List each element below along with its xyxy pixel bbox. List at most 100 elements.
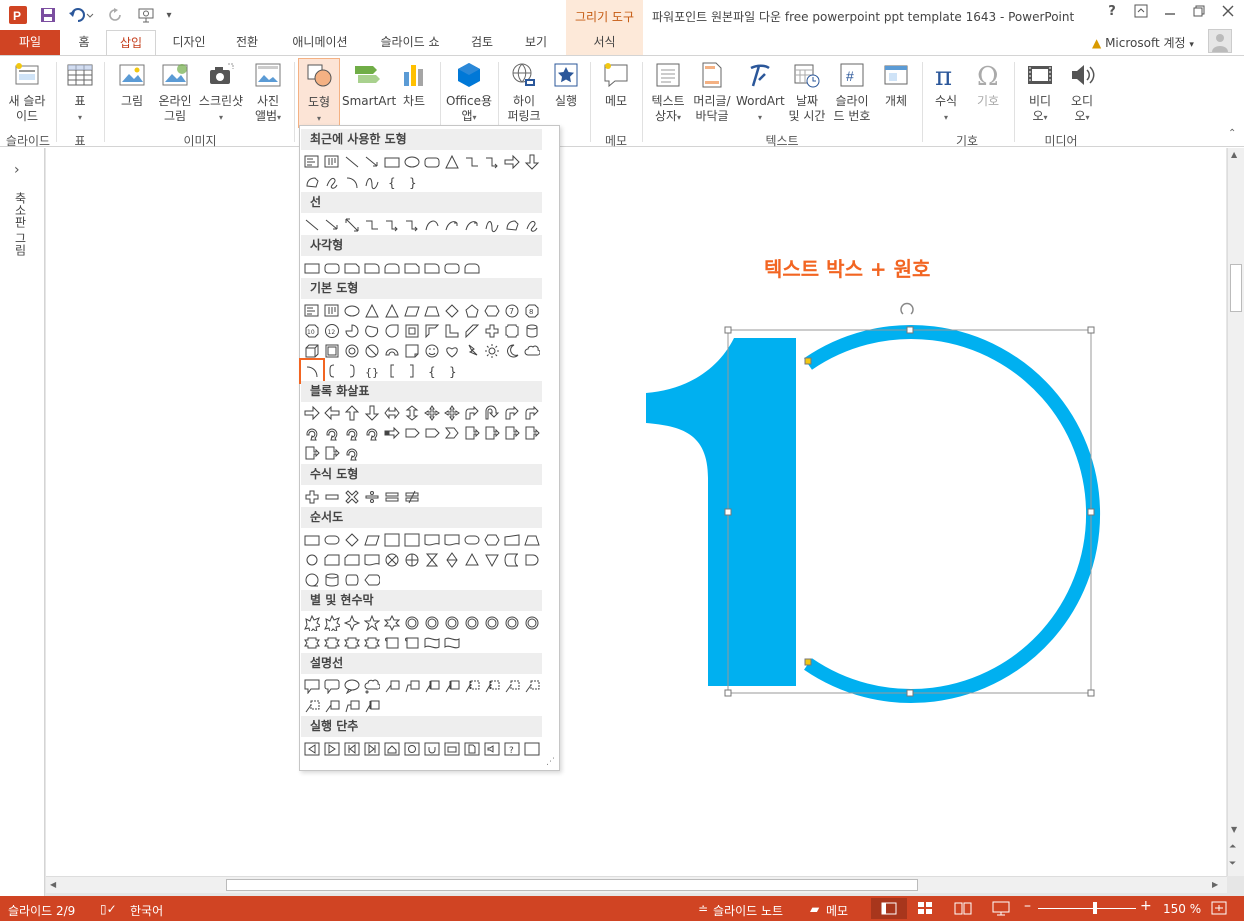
tab-insert[interactable]: 삽입	[106, 30, 156, 57]
shape-callarrow-icon[interactable]	[482, 423, 502, 443]
shape-eqequal-icon[interactable]	[382, 487, 402, 507]
shape-fmag-icon[interactable]	[322, 570, 342, 590]
shape-pentarrow-icon[interactable]	[422, 423, 442, 443]
shape-fcollate-icon[interactable]	[422, 550, 442, 570]
picture-button[interactable]: 그림	[112, 60, 152, 109]
shape-donut-icon[interactable]	[342, 341, 362, 361]
symbol-button[interactable]: Ω 기호	[968, 60, 1008, 109]
tab-transitions[interactable]: 전환	[222, 30, 272, 56]
slide-heading[interactable]: 텍스트 박스 + 원호	[764, 253, 930, 282]
shape-blockarc-icon[interactable]	[382, 341, 402, 361]
shape-freeform-icon[interactable]	[502, 215, 522, 235]
shape-elbowarrow-icon[interactable]	[382, 215, 402, 235]
slide-sorter-view-button[interactable]	[914, 900, 936, 919]
scroll-left-icon[interactable]: ◀	[50, 880, 56, 889]
shape-round1-icon[interactable]	[422, 258, 442, 278]
shape-freeform-icon[interactable]	[302, 172, 322, 192]
shape-lshape-icon[interactable]	[442, 321, 462, 341]
shape-bolt-icon[interactable]	[462, 341, 482, 361]
shape-cube-icon[interactable]	[302, 341, 322, 361]
video-button[interactable]: 비디 오▾	[1020, 60, 1060, 125]
shape-star4-icon[interactable]	[342, 613, 362, 633]
shape-bent-icon[interactable]	[502, 403, 522, 423]
shape-round2-icon[interactable]	[462, 258, 482, 278]
shape-fdoc-icon[interactable]	[422, 530, 442, 550]
shape-callrrect-icon[interactable]	[322, 676, 342, 696]
shape-wavebanner-icon[interactable]	[422, 633, 442, 653]
shape-eqplus-icon[interactable]	[302, 487, 322, 507]
notes-button[interactable]: 슬라이드 노트	[713, 902, 783, 919]
shape-bent-icon[interactable]	[522, 403, 542, 423]
shape-abhelp-icon[interactable]: ?	[502, 739, 522, 759]
online-picture-button[interactable]: 온라인 그림	[154, 60, 196, 124]
scroll-down-icon[interactable]: ▼	[1231, 825, 1237, 834]
shape-sun-icon[interactable]	[482, 341, 502, 361]
shape-uturn-icon[interactable]	[482, 403, 502, 423]
tab-design[interactable]: 디자인	[163, 30, 215, 56]
shape-elbowarrow-icon[interactable]	[402, 215, 422, 235]
shape-sealN-icon[interactable]	[482, 613, 502, 633]
shape-cloud-icon[interactable]	[522, 341, 542, 361]
shape-uarrow-icon[interactable]	[342, 403, 362, 423]
shape-lbracket-icon[interactable]	[322, 361, 342, 381]
shape-tear-icon[interactable]	[382, 321, 402, 341]
shape-rrect-icon[interactable]	[322, 258, 342, 278]
shape-fcard-icon[interactable]	[342, 550, 362, 570]
shape-scribble-icon[interactable]	[522, 215, 542, 235]
shape-curvearrow-icon[interactable]	[462, 215, 482, 235]
shape-scribble-icon[interactable]	[322, 172, 342, 192]
shape-bent-icon[interactable]	[462, 403, 482, 423]
slide-canvas[interactable]: 텍스트 박스 + 원호	[46, 148, 1226, 876]
shape-callcloud-icon[interactable]	[362, 676, 382, 696]
shape-star6-icon[interactable]	[382, 613, 402, 633]
shape-n12-icon[interactable]: 12	[322, 321, 342, 341]
shape-circarrow-icon[interactable]	[302, 423, 322, 443]
shape-fdoc-icon[interactable]	[362, 550, 382, 570]
shape-eqmult-icon[interactable]	[342, 487, 362, 507]
shape-callarrow-icon[interactable]	[522, 423, 542, 443]
chart-button[interactable]: 차트	[396, 60, 432, 109]
shape-can-icon[interactable]	[522, 321, 542, 341]
rotate-handle-icon[interactable]	[900, 302, 914, 315]
chevron-right-icon[interactable]: ›	[14, 162, 20, 178]
shape-circarrow-icon[interactable]	[322, 423, 342, 443]
shape-diamond-icon[interactable]	[442, 301, 462, 321]
save-icon[interactable]	[38, 5, 58, 25]
shape-rbrace-icon[interactable]: }	[402, 172, 422, 192]
tab-view[interactable]: 보기	[513, 30, 559, 56]
shape-eqneq-icon[interactable]	[402, 487, 422, 507]
shape-rbracket-icon[interactable]	[342, 361, 362, 381]
shape-sealN-icon[interactable]	[402, 613, 422, 633]
shape-callline-icon[interactable]	[322, 696, 342, 716]
shape-arc-icon-selected[interactable]	[299, 358, 325, 384]
audio-button[interactable]: 오디 오▾	[1062, 60, 1102, 125]
shape-sealN-icon[interactable]	[462, 613, 482, 633]
shape-fconn-icon[interactable]	[302, 550, 322, 570]
slideshow-from-start-icon[interactable]	[134, 5, 160, 25]
shape-star5-icon[interactable]	[362, 613, 382, 633]
comments-icon[interactable]: ▰	[810, 902, 819, 916]
shape-lbrace-icon[interactable]: {	[382, 172, 402, 192]
shape-oct-icon[interactable]: 8	[522, 301, 542, 321]
shape-darrow-icon[interactable]	[522, 152, 542, 172]
zoom-in-icon[interactable]: +	[1140, 898, 1152, 914]
comment-button[interactable]: 메모	[596, 60, 636, 109]
undo-icon[interactable]	[66, 5, 96, 25]
shape-lcurve-icon[interactable]	[422, 215, 442, 235]
shape-pie-icon[interactable]	[342, 321, 362, 341]
shape-fextract-icon[interactable]	[462, 550, 482, 570]
shape-frame-icon[interactable]	[402, 321, 422, 341]
shape-calloval-icon[interactable]	[342, 676, 362, 696]
shape-fterm-icon[interactable]	[322, 530, 342, 550]
shape-fmerge-icon[interactable]	[482, 550, 502, 570]
shape-round2-icon[interactable]	[382, 258, 402, 278]
shape-oval-icon[interactable]	[402, 152, 422, 172]
shape-arc-icon[interactable]	[342, 172, 362, 192]
shape-callbord-icon[interactable]	[422, 676, 442, 696]
language-indicator[interactable]: 한국어	[130, 902, 163, 919]
shape-line-icon[interactable]	[302, 215, 322, 235]
previous-slide-icon[interactable]: ⏶	[1229, 842, 1236, 852]
shape-diagstripe-icon[interactable]	[462, 321, 482, 341]
shape-lbrace-icon[interactable]: {	[422, 361, 442, 381]
shape-tb-icon[interactable]	[302, 152, 322, 172]
